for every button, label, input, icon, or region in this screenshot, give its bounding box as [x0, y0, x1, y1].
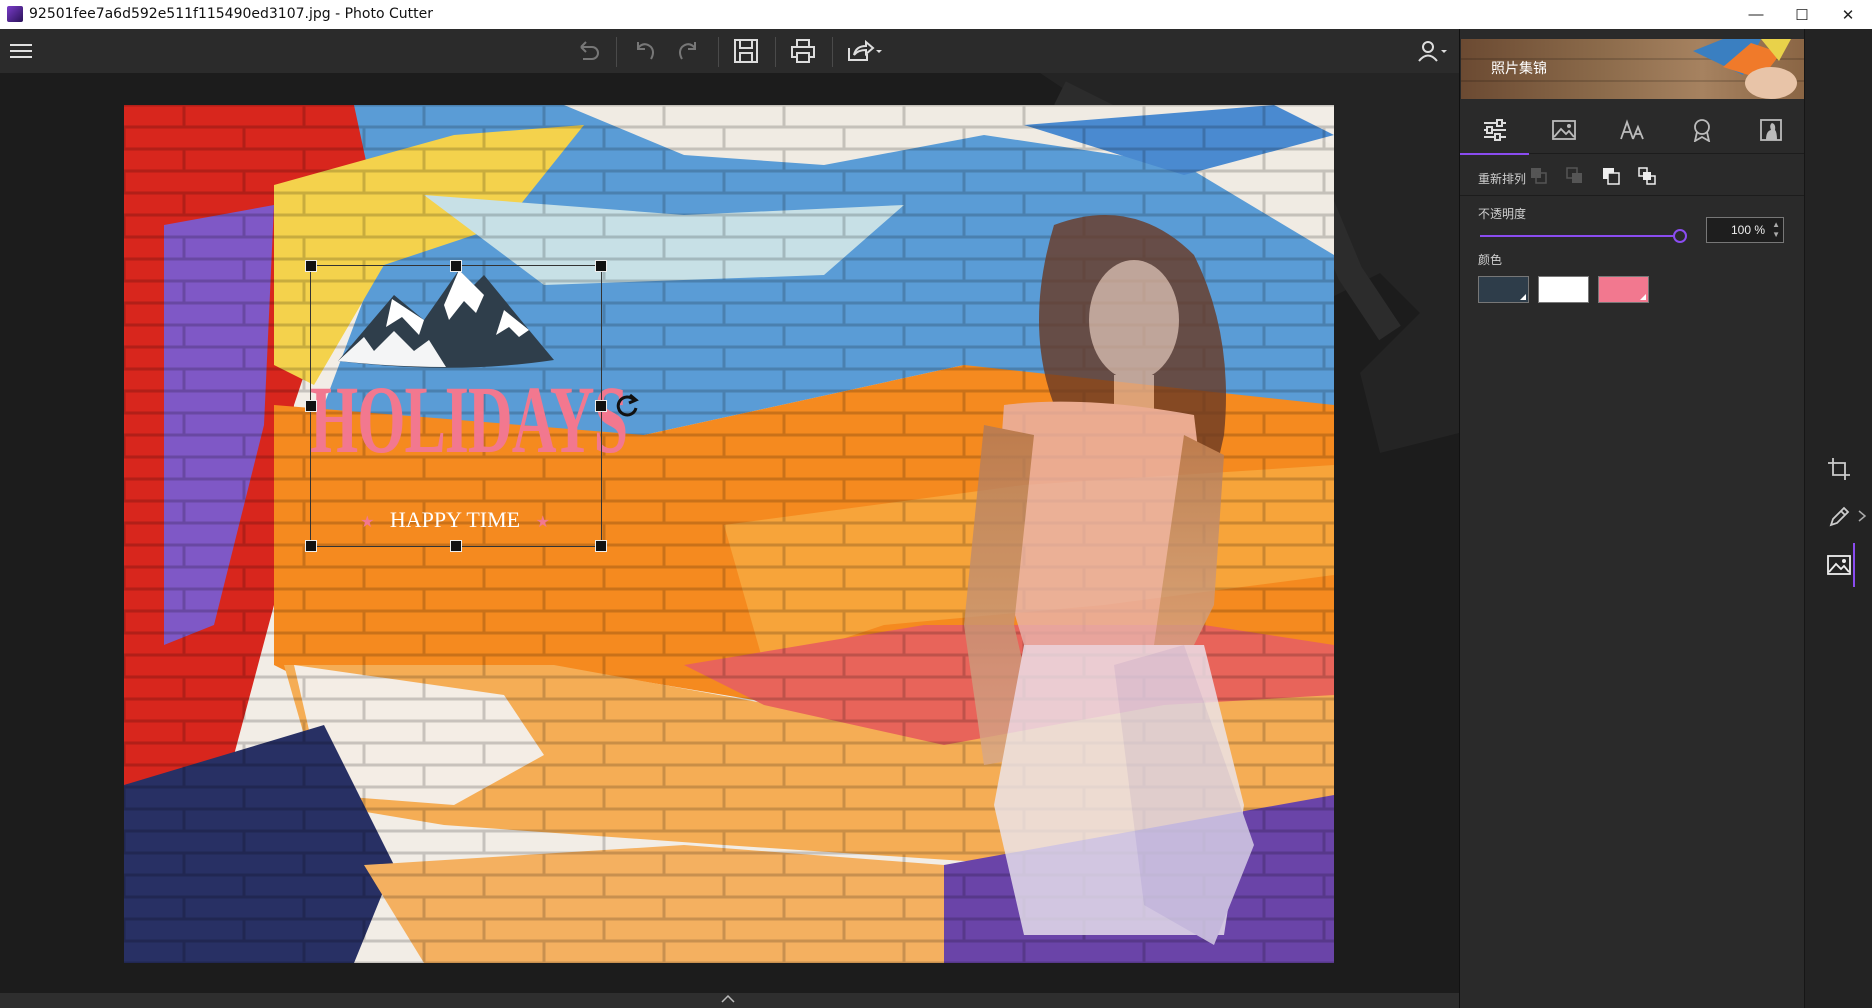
color-swatch-1[interactable]: [1478, 276, 1529, 303]
save-icon[interactable]: [731, 36, 761, 66]
chevron-right-icon[interactable]: [1857, 509, 1867, 523]
crop-icon[interactable]: [1824, 454, 1854, 484]
user-icon[interactable]: [1415, 36, 1451, 66]
opacity-value: 100 %: [1730, 223, 1765, 237]
image-icon: [1551, 119, 1577, 141]
chevron-up-icon[interactable]: [720, 994, 736, 1004]
bring-to-front-icon: [1601, 166, 1621, 186]
minimize-button[interactable]: —: [1733, 0, 1779, 29]
tab-adjust[interactable]: [1460, 107, 1529, 155]
resize-handle[interactable]: [305, 540, 317, 552]
undo-icon[interactable]: [629, 36, 659, 66]
tab-image[interactable]: [1529, 107, 1598, 153]
rotate-handle-icon[interactable]: [612, 391, 642, 421]
color-swatch-2[interactable]: [1538, 276, 1589, 303]
properties-panel: 照片集锦 重新排列 不透明度 100 % ▲ ▼ 颜色: [1459, 29, 1805, 1008]
resize-handle[interactable]: [450, 260, 462, 272]
spin-down-icon[interactable]: ▼: [1772, 230, 1780, 239]
resize-handle[interactable]: [595, 400, 607, 412]
photo-canvas[interactable]: HOLIDAYS ★ HAPPY TIME ★: [124, 105, 1334, 963]
opacity-label: 不透明度: [1478, 207, 1527, 221]
tab-portrait[interactable]: [1736, 107, 1805, 153]
resize-handle[interactable]: [305, 400, 317, 412]
collage-banner[interactable]: 照片集锦: [1461, 39, 1805, 99]
tab-text[interactable]: [1598, 107, 1667, 153]
title-bar: 92501fee7a6d592e511f115490ed3107.jpg - P…: [0, 0, 1872, 29]
bottom-bar: [0, 993, 1459, 1008]
color-label: 颜色: [1478, 253, 1503, 267]
image-frame-icon[interactable]: [1824, 550, 1854, 580]
spin-up-icon[interactable]: ▲: [1772, 220, 1780, 229]
toolbar: [0, 29, 1459, 74]
panel-tabs: [1460, 107, 1805, 155]
pen-icon[interactable]: [1824, 502, 1854, 532]
share-icon[interactable]: [845, 36, 885, 66]
print-icon[interactable]: [788, 36, 818, 66]
portrait-icon: [1759, 118, 1783, 142]
menu-icon[interactable]: [6, 36, 36, 66]
bring-forward-button[interactable]: [1562, 163, 1588, 189]
resize-handle[interactable]: [305, 260, 317, 272]
send-backward-icon: [1529, 166, 1549, 186]
send-backward-button[interactable]: [1526, 163, 1552, 189]
selection-box[interactable]: [310, 265, 602, 547]
send-to-back-button[interactable]: [1634, 163, 1660, 189]
tab-sticker[interactable]: [1667, 107, 1736, 153]
adjust-icon: [1482, 119, 1508, 141]
opacity-slider-fill: [1480, 235, 1680, 237]
resize-handle[interactable]: [450, 540, 462, 552]
resize-handle[interactable]: [595, 540, 607, 552]
opacity-slider[interactable]: [1480, 229, 1687, 243]
arrange-label: 重新排列: [1478, 172, 1527, 186]
send-to-back-icon: [1637, 166, 1657, 186]
close-button[interactable]: ✕: [1825, 0, 1871, 29]
maximize-button[interactable]: ☐: [1779, 0, 1825, 29]
banner-text: 照片集锦: [1491, 61, 1547, 77]
active-tool-indicator: [1853, 543, 1855, 587]
opacity-input[interactable]: 100 % ▲ ▼: [1706, 217, 1784, 243]
text-icon: [1619, 119, 1647, 141]
reset-icon[interactable]: [573, 36, 603, 66]
opacity-slider-thumb[interactable]: [1673, 229, 1687, 243]
app-icon: [7, 6, 23, 22]
color-swatch-3[interactable]: [1598, 276, 1649, 303]
bring-to-front-button[interactable]: [1598, 163, 1624, 189]
badge-icon: [1691, 118, 1713, 142]
canvas-workspace: HOLIDAYS ★ HAPPY TIME ★: [0, 73, 1459, 993]
window-title: 92501fee7a6d592e511f115490ed3107.jpg - P…: [29, 6, 433, 22]
bring-forward-icon: [1565, 166, 1585, 186]
photo-image: [124, 105, 1334, 963]
side-tool-strip: [1804, 29, 1872, 1008]
redo-icon[interactable]: [674, 36, 704, 66]
resize-handle[interactable]: [595, 260, 607, 272]
